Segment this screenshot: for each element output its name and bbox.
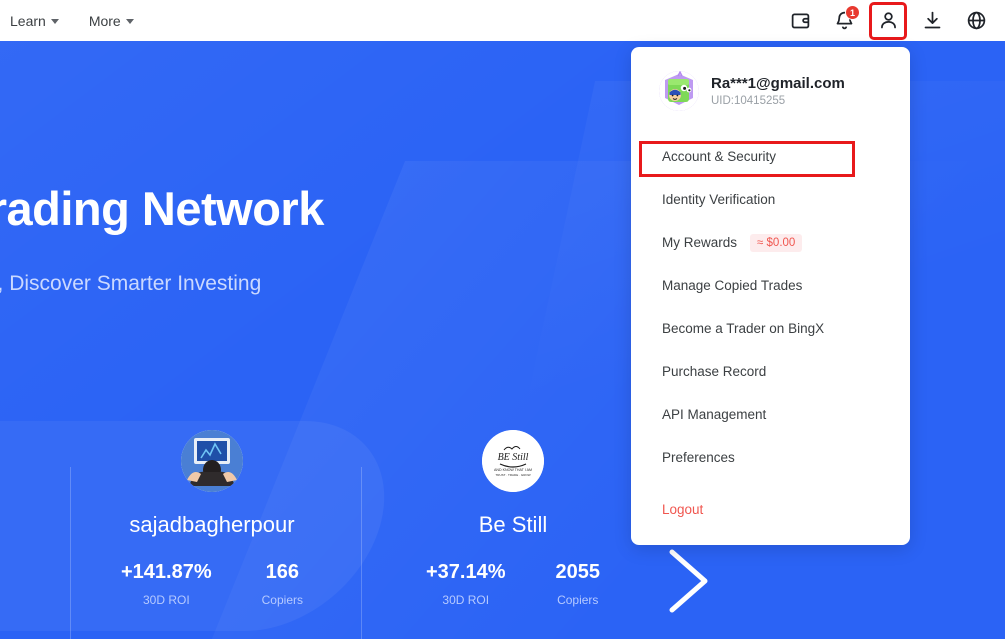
svg-text:TRUST · TRADE · GROW: TRUST · TRADE · GROW [495,473,530,477]
dropdown-user-info: Ra***1@gmail.com UID:10415255 [711,75,845,107]
menu-item-label: My Rewards [662,235,738,250]
nav-learn[interactable]: Learn [8,9,61,33]
trader-copiers-label: Copiers [557,593,599,607]
trader-avatar: BE Still AND KNOW THAT I AM TRUST · TRAD… [482,430,544,492]
nav-more[interactable]: More [87,9,136,33]
trader-copiers-value: 2055 [555,561,601,583]
menu-item-label: Preferences [662,450,735,465]
trader-stats: +141.87% 30D ROI 166 Copiers [121,561,303,607]
avatar [659,71,699,111]
trader-name: sajadbagherpour [129,512,295,537]
menu-logout[interactable]: Logout [631,488,910,531]
page-root: l Trading Network raders, Discover Smart… [0,0,1005,639]
download-icon [924,11,940,29]
top-header: Learn More 1 [0,0,1005,41]
svg-text:BE Still: BE Still [498,452,529,463]
menu-account-security[interactable]: Account & Security [631,135,910,178]
trader-roi-label: 30D ROI [442,593,490,607]
menu-item-label: Purchase Record [662,364,767,379]
menu-item-label: Account & Security [662,149,777,164]
header-nav-left: Learn More [0,9,136,33]
globe-icon [967,11,985,30]
trader-avatar [181,430,243,492]
dropdown-user-row[interactable]: Ra***1@gmail.com UID:10415255 [631,71,910,111]
menu-item-label: Manage Copied Trades [662,278,803,293]
notifications-button[interactable]: 1 [829,4,860,36]
nav-more-label: More [88,12,121,29]
trader-roi-label: 30D ROI [142,593,190,607]
trader-card[interactable]: sajadbagherpour +141.87% 30D ROI 166 Cop… [67,430,357,607]
user-email: Ra***1@gmail.com [711,75,845,92]
user-icon [880,12,896,29]
menu-purchase-record[interactable]: Purchase Record [631,350,910,393]
menu-api-management[interactable]: API Management [631,393,910,436]
wallet-icon [791,13,809,29]
menu-manage-copied-trades[interactable]: Manage Copied Trades [631,264,910,307]
user-uid: UID:10415255 [711,95,786,107]
trader-copiers: 166 Copiers [262,561,303,607]
trader-copiers-value: 166 [265,561,299,583]
wallet-button[interactable] [785,6,815,36]
chevron-right-icon [669,549,708,613]
carousel-next-button[interactable] [660,546,720,616]
trader-roi-value: +141.87% [121,561,212,583]
dropdown-menu-list: Account & Security Identity Verification… [631,135,910,531]
language-button[interactable] [961,6,991,36]
trader-roi: +37.14% 30D ROI [426,561,506,607]
svg-text:AND KNOW THAT I AM: AND KNOW THAT I AM [494,468,532,472]
trader-stats: +37.14% 30D ROI 2055 Copiers [426,561,600,607]
trader-copiers-label: Copiers [261,593,303,607]
menu-item-label: Logout [662,502,704,517]
account-button[interactable] [869,1,907,40]
chevron-down-icon [125,19,134,24]
download-button[interactable] [917,6,947,36]
hero-title: l Trading Network [0,182,324,235]
trader-card[interactable]: BE Still AND KNOW THAT I AM TRUST · TRAD… [368,430,658,607]
menu-identity-verification[interactable]: Identity Verification [631,178,910,221]
trader-copiers: 2055 Copiers [556,561,601,607]
trader-roi: +141.87% 30D ROI [121,561,212,607]
menu-become-trader[interactable]: Become a Trader on BingX [631,307,910,350]
nav-learn-label: Learn [10,12,46,29]
trader-card[interactable]: z [0,430,58,570]
hero-subtitle: raders, Discover Smarter Investing [0,272,262,295]
menu-item-label: Identity Verification [662,192,776,207]
account-dropdown-panel: Ra***1@gmail.com UID:10415255 Account & … [631,47,910,545]
rewards-badge: ≈ $0.00 [750,233,803,252]
trader-roi-value: +37.14% [425,561,506,583]
menu-item-label: Become a Trader on BingX [662,321,825,336]
menu-preferences[interactable]: Preferences [631,436,910,479]
menu-my-rewards[interactable]: My Rewards ≈ $0.00 [631,221,910,264]
menu-item-label: API Management [662,407,767,422]
chevron-down-icon [50,19,59,24]
card-divider [361,467,362,639]
trader-name: Be Still [478,512,548,537]
header-nav-right: 1 [785,1,1005,40]
notification-badge: 1 [845,4,860,20]
